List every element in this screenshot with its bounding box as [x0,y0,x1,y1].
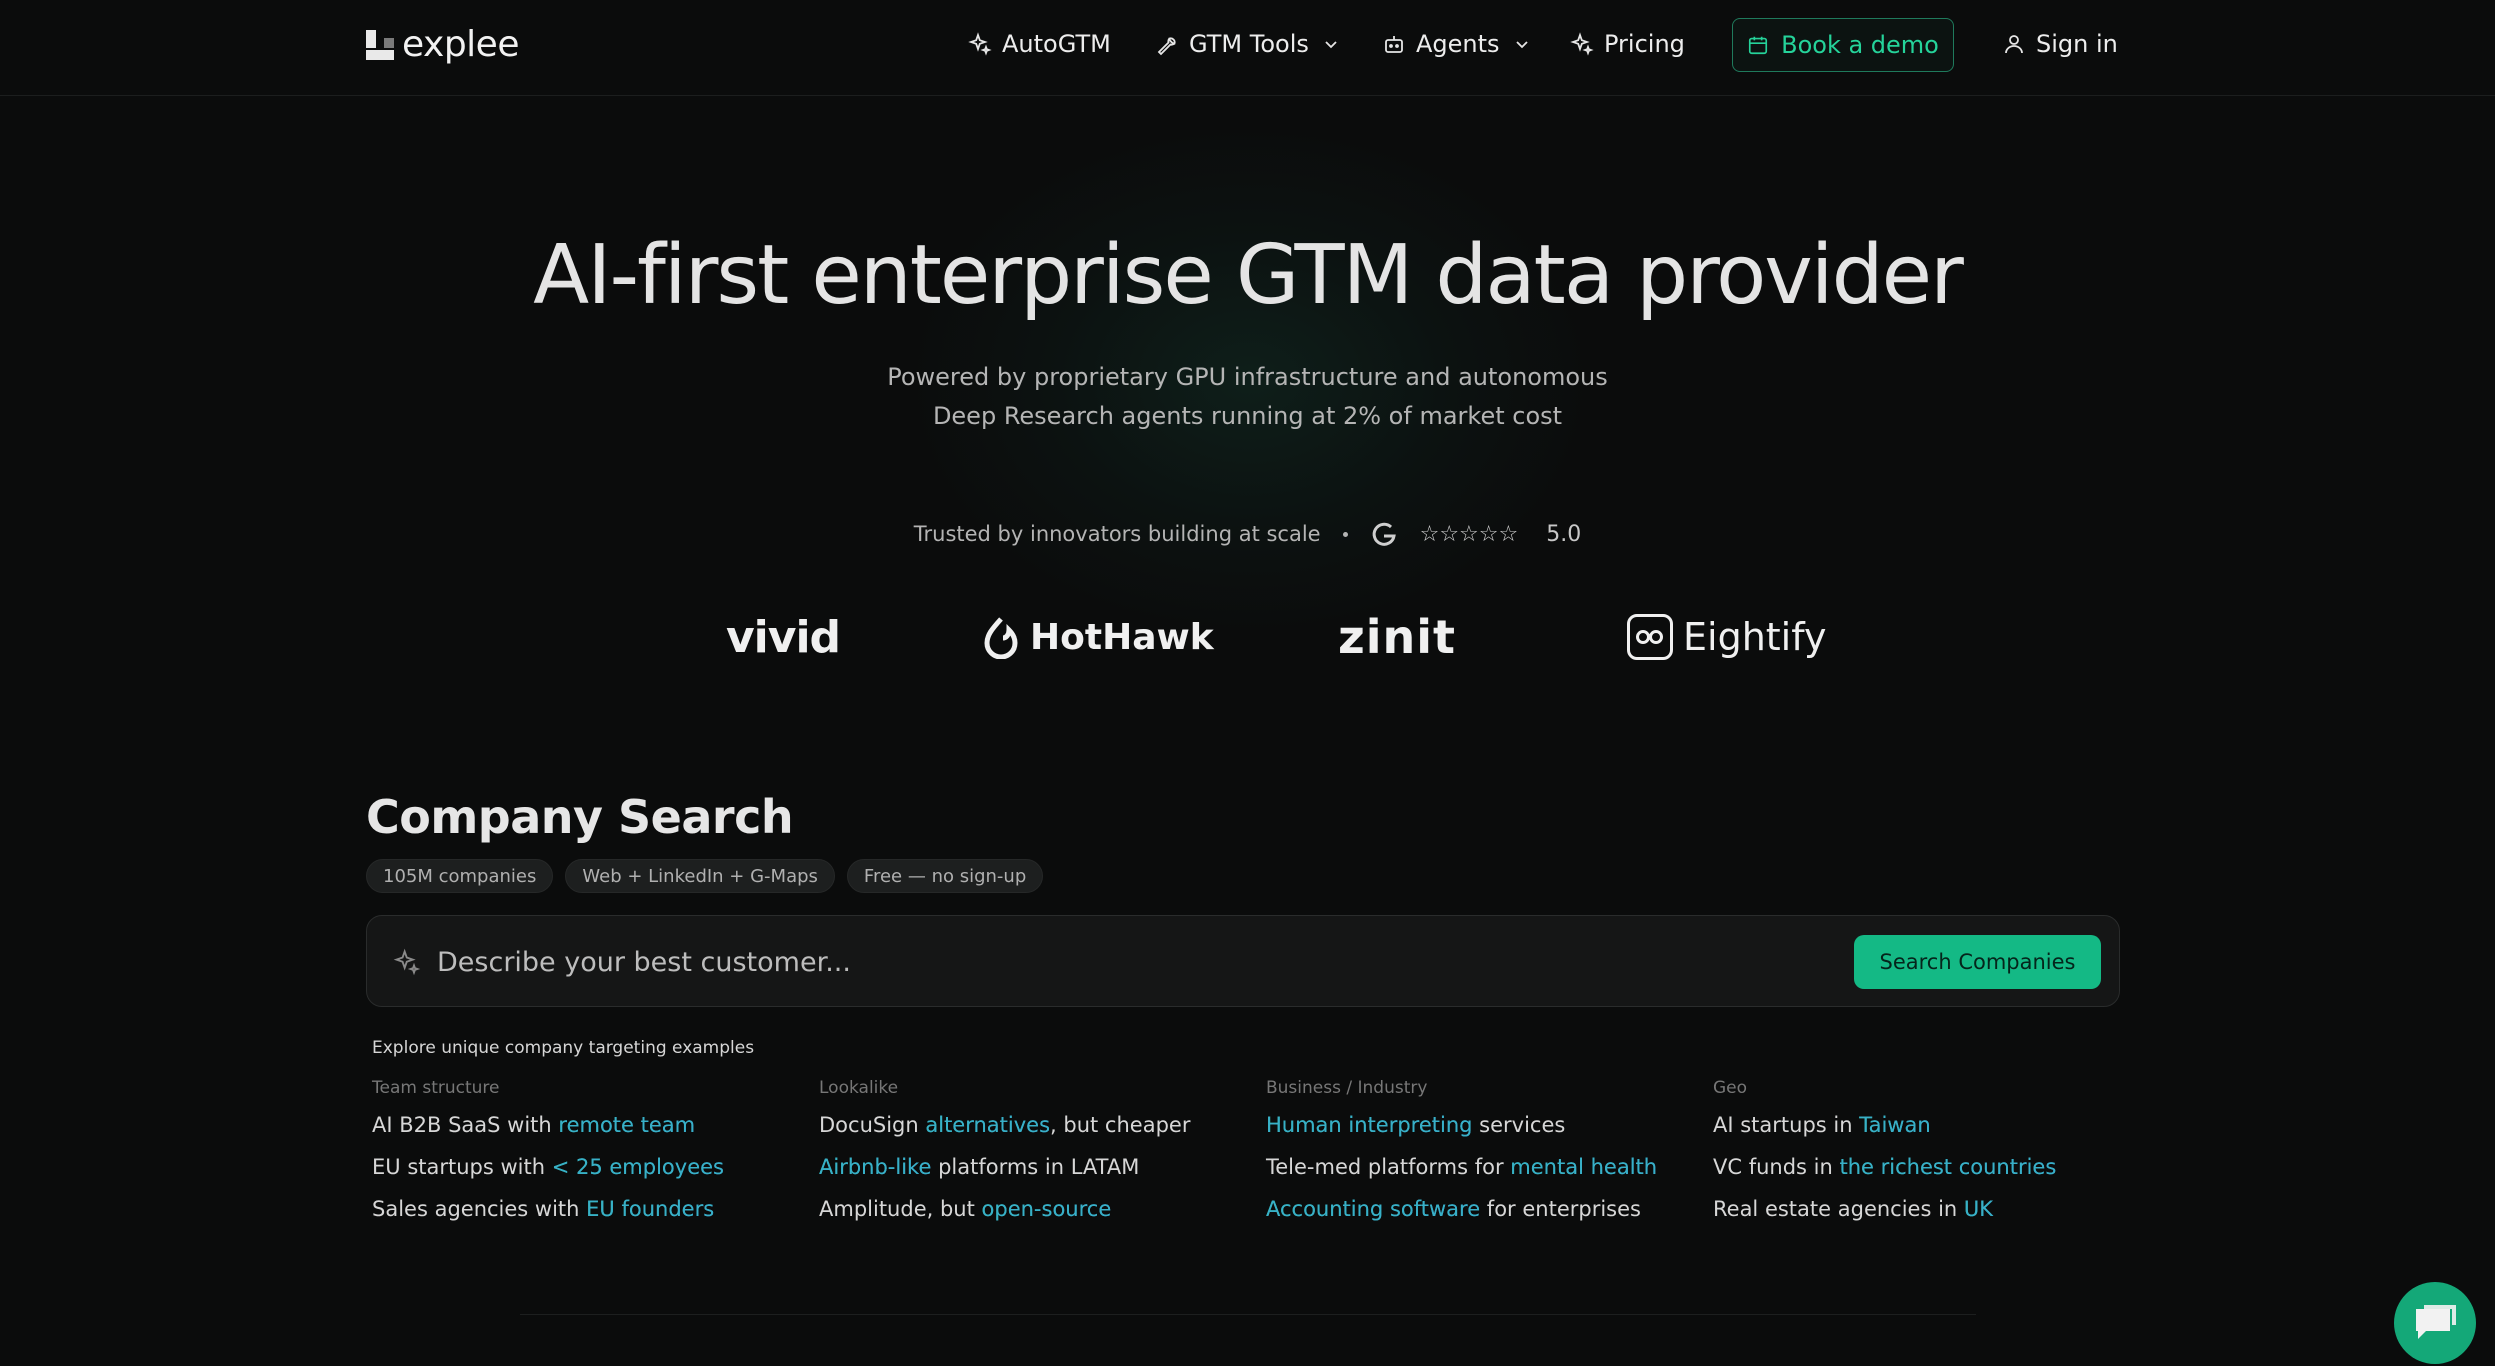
column-heading: Lookalike [819,1078,899,1098]
search-box: Search Companies [366,915,2120,1007]
nav-item-label: GTM Tools [1189,30,1309,58]
feature-tag: Web + LinkedIn + G-Maps [565,859,835,893]
sign-in-label: Sign in [2036,30,2118,58]
nav-item-label: AutoGTM [1002,30,1111,58]
feature-tag: Free — no sign-up [846,859,1044,893]
brand-logo-hothawk: HotHawk [982,604,1214,670]
trust-text: Trusted by innovators building at scale [913,522,1321,546]
feature-tags: 105M companies Web + LinkedIn + G-Maps F… [366,859,1044,893]
nav-item-label: Agents [1416,30,1500,58]
g2-logo-icon[interactable] [1370,520,1398,548]
example-query[interactable]: Airbnb-like platforms in LATAM [819,1146,1259,1188]
brand-name: Eightify [1683,615,1827,659]
search-input[interactable] [437,940,1737,984]
examples-column-team-structure: Team structure AI B2B SaaS with remote t… [372,1078,812,1230]
example-query[interactable]: Tele-med platforms for mental health [1266,1146,1706,1188]
nav-item-autogtm[interactable]: AutoGTM [968,26,1111,62]
example-query[interactable]: DocuSign alternatives, but cheaper [819,1104,1259,1146]
examples-column-geo: Geo AI startups in Taiwan VC funds in th… [1713,1078,2153,1230]
brand-logo-zinit: zinit [1338,604,1456,670]
brand-logo-vivid: vivid [726,604,841,670]
chevron-down-icon [1325,41,1337,49]
chevron-down-icon [1515,41,1528,49]
nav-item-label: Pricing [1604,30,1685,58]
example-query[interactable]: Sales agencies with EU founders [372,1188,812,1230]
book-demo-label: Book a demo [1781,31,1939,59]
nav-item-pricing[interactable]: Pricing [1570,26,1685,62]
hero-subtitle: Powered by proprietary GPU infrastructur… [0,358,2495,436]
eightify-icon [1627,614,1673,660]
examples-column-business-industry: Business / Industry Human interpreting s… [1266,1078,1706,1230]
top-nav: explee AutoGTM GTM Tools Agents Pricing [0,0,2495,96]
example-query[interactable]: Human interpreting services [1266,1104,1706,1146]
hero-title: AI-first enterprise GTM data provider [533,228,1964,323]
feature-tag: 105M companies [366,859,554,893]
brand-name: vivid [726,611,841,663]
brand-name: zinit [1338,610,1457,664]
book-demo-button[interactable]: Book a demo [1732,18,1954,72]
trust-bar: Trusted by innovators building at scale … [0,520,2495,548]
brand-name: HotHawk [1030,616,1214,658]
calendar-icon [1749,36,1768,55]
rating-stars: ☆☆☆☆☆ [1419,521,1519,547]
bot-icon [1385,36,1403,53]
hero-subtitle-line-1: Powered by proprietary GPU infrastructur… [887,363,1608,391]
separator-dot [1342,531,1348,537]
chat-widget-button[interactable] [2394,1282,2476,1364]
column-heading: Business / Industry [1266,1078,1428,1098]
sparkle-icon [393,948,421,976]
nav-item-gtm-tools[interactable]: GTM Tools [1155,26,1339,62]
sign-in-link[interactable]: Sign in [2002,26,2118,62]
flame-icon [984,617,1018,659]
example-query[interactable]: VC funds in the richest countries [1713,1146,2153,1188]
example-query[interactable]: AI startups in Taiwan [1713,1104,2153,1146]
search-companies-button[interactable]: Search Companies [1854,935,2101,989]
hero-subtitle-line-2: Deep Research agents running at 2% of ma… [932,402,1563,430]
sparkle-icon [968,32,992,56]
example-query[interactable]: Real estate agencies in UK [1713,1188,2153,1230]
example-query[interactable]: AI B2B SaaS with remote team [372,1104,812,1146]
section-divider [520,1314,1976,1315]
example-query[interactable]: Amplitude, but open-source [819,1188,1259,1230]
sparkle-icon [1570,32,1594,56]
column-heading: Team structure [372,1078,500,1098]
nav-item-agents[interactable]: Agents [1382,26,1530,62]
brand-logo-eightify: Eightify [1627,604,1826,670]
logo[interactable]: explee [366,24,519,65]
example-query[interactable]: Accounting software for enterprises [1266,1188,1706,1230]
example-query[interactable]: EU startups with < 25 employees [372,1146,812,1188]
wrench-icon [1157,37,1176,56]
column-heading: Geo [1713,1078,1748,1098]
company-search-title: Company Search [366,790,794,844]
logo-text: explee [402,24,519,65]
rating-value: 5.0 [1546,521,1582,547]
explore-label: Explore unique company targeting example… [372,1038,755,1058]
chat-icon [2416,1305,2456,1339]
logo-mark-icon [366,29,394,60]
user-icon [2005,35,2023,54]
examples-column-lookalike: Lookalike DocuSign alternatives, but che… [819,1078,1259,1230]
